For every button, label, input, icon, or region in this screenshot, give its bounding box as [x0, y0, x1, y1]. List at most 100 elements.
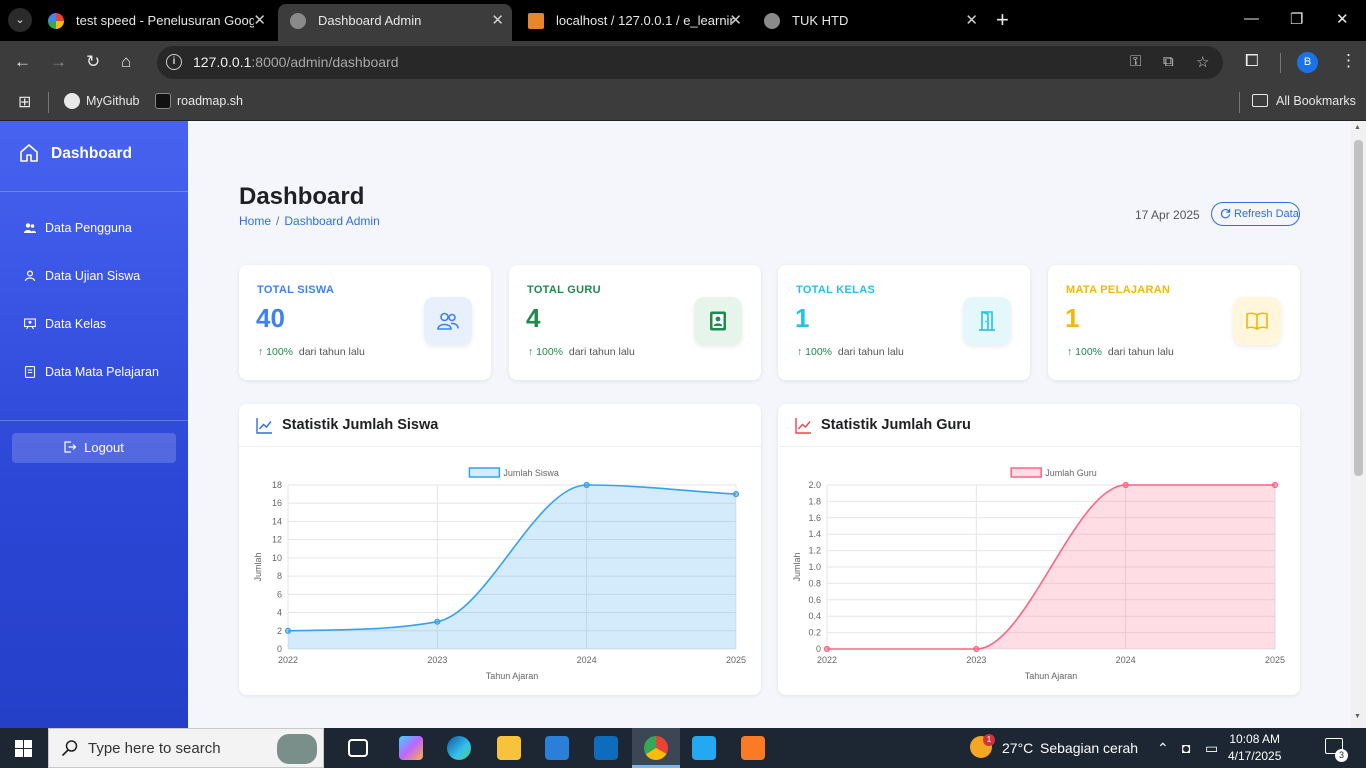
profile-avatar[interactable]: B [1297, 52, 1318, 73]
edge-icon[interactable] [447, 736, 471, 760]
system-clock[interactable]: 10:08 AM 4/17/2025 [1228, 731, 1281, 765]
page-scrollbar[interactable]: ▲ ▼ [1351, 121, 1366, 728]
site-info-icon[interactable]: i [166, 54, 182, 70]
translate-icon[interactable]: ⧉ [1163, 53, 1174, 70]
current-date: 17 Apr 2025 [1135, 208, 1200, 222]
data-point [973, 645, 980, 653]
bookmarks-bar: ⊞ MyGithub roadmap.sh All Bookmarks [0, 84, 1366, 121]
chrome-icon[interactable] [644, 736, 668, 760]
x-tick-label: 2024 [1116, 655, 1136, 665]
microsoft-store-icon[interactable] [545, 736, 569, 760]
restore-icon[interactable]: ❐ [1290, 10, 1303, 28]
reload-icon[interactable]: ↻ [86, 52, 100, 72]
sidebar-brand[interactable]: Dashboard [0, 121, 188, 192]
panel-title: Statistik Jumlah Siswa [282, 417, 439, 433]
stat-card-mata-pelajaran: MATA PELAJARAN 1 ↑ 100% dari tahun lalu [1048, 265, 1300, 380]
weather-text[interactable]: Sebagian cerah [1040, 740, 1138, 756]
weather-badge: 1 [983, 734, 995, 746]
sidebar-item-data-pengguna[interactable]: Data Pengguna [24, 219, 132, 237]
sidebar-item-data-kelas[interactable]: Data Kelas [24, 315, 106, 333]
y-tick-label: 0.8 [808, 578, 821, 588]
logout-button[interactable]: Logout [12, 433, 176, 463]
globe-icon [290, 13, 306, 29]
windows-start-icon[interactable] [15, 740, 32, 757]
y-tick-label: 1.0 [808, 562, 821, 572]
close-window-icon[interactable]: ✕ [1336, 10, 1349, 28]
stat-value: 1 [1065, 303, 1080, 333]
sidebar-item-data-ujian-siswa[interactable]: Data Ujian Siswa [24, 267, 140, 285]
meet-now-icon[interactable]: ◘ [1182, 740, 1190, 756]
close-tab-icon[interactable]: ✕ [965, 5, 978, 36]
chevron-up-icon[interactable]: ⌃ [1157, 740, 1169, 757]
new-tab-button[interactable]: + [996, 8, 1009, 32]
y-tick-label: 2.0 [808, 480, 821, 490]
siswa-line-chart: Jumlah Siswa 0 2 4 6 8 10 12 14 16 18 2022 2023 2024 2… [253, 467, 746, 681]
tab-search-button[interactable]: ⌄ [8, 8, 32, 32]
sidebar-divider [0, 420, 188, 421]
breadcrumb-home[interactable]: Home [239, 214, 271, 228]
taskbar-search-box[interactable]: Type here to search [48, 728, 324, 768]
url-text[interactable]: 127.0.0.1:8000/admin/dashboard [193, 54, 399, 70]
panel-header: Statistik Jumlah Guru [778, 404, 1300, 447]
weather-temperature[interactable]: 27°C [1002, 740, 1033, 756]
panel-header: Statistik Jumlah Siswa [239, 404, 761, 447]
copilot-icon[interactable] [399, 736, 423, 760]
y-axis-title: Jumlah [792, 552, 802, 581]
browser-tab-google[interactable]: test speed - Penelusuran Googl ✕ [36, 5, 274, 36]
scroll-down-arrow[interactable]: ▼ [1354, 713, 1361, 720]
xampp-icon[interactable] [741, 736, 765, 760]
forward-icon[interactable]: → [50, 52, 67, 72]
home-icon[interactable]: ⌂ [121, 52, 131, 72]
address-bar[interactable]: i 127.0.0.1:8000/admin/dashboard ⚿ ⧉ ☆ [157, 46, 1223, 79]
y-tick-label: 0.2 [808, 628, 821, 638]
browser-tab-dashboard[interactable]: Dashboard Admin ✕ [278, 4, 512, 41]
browser-tab-tuk[interactable]: TUK HTD ✕ [752, 5, 986, 36]
vscode-icon[interactable] [692, 736, 716, 760]
legend-label: Jumlah Siswa [503, 468, 559, 478]
refresh-data-button[interactable]: Refresh Data [1211, 202, 1300, 226]
folder-icon [1252, 94, 1268, 107]
password-key-icon[interactable]: ⚿ [1130, 53, 1141, 70]
sidebar-item-data-mata-pelajaran[interactable]: Data Mata Pelajaran [24, 363, 159, 381]
stat-delta: ↑ 100% dari tahun lalu [528, 346, 635, 358]
close-tab-icon[interactable]: ✕ [491, 4, 504, 37]
y-tick-label: 10 [272, 553, 282, 563]
file-explorer-icon[interactable] [497, 736, 521, 760]
stat-icon-box [694, 297, 742, 345]
menu-kebab-icon[interactable]: ⋮ [1340, 51, 1357, 71]
y-tick-label: 8 [277, 571, 282, 581]
x-tick-label: 2022 [278, 655, 298, 665]
task-view-icon[interactable] [348, 739, 368, 757]
browser-toolbar: ← → ↻ ⌂ i 127.0.0.1:8000/admin/dashboard… [0, 41, 1366, 84]
breadcrumb-current[interactable]: Dashboard Admin [284, 214, 379, 228]
outlook-icon[interactable] [594, 736, 618, 760]
search-icon [61, 740, 78, 757]
data-point [732, 491, 740, 498]
network-icon[interactable]: ▭ [1205, 740, 1218, 757]
globe-icon [764, 13, 780, 29]
students-icon [437, 312, 459, 330]
bookmark-mygithub[interactable]: MyGithub [64, 93, 140, 109]
y-tick-label: 6 [277, 589, 282, 599]
scroll-up-arrow[interactable]: ▲ [1354, 124, 1361, 131]
close-tab-icon[interactable]: ✕ [729, 5, 742, 36]
panel-title: Statistik Jumlah Guru [821, 417, 971, 433]
chart-panel-guru: Statistik Jumlah Guru Jumlah Guru 0 0.2 0.4… [778, 404, 1300, 695]
minimize-icon[interactable]: — [1244, 10, 1259, 27]
browser-tab-phpmyadmin[interactable]: localhost / 127.0.0.1 / e_learning ✕ [516, 5, 750, 36]
scroll-thumb[interactable] [1354, 140, 1363, 476]
open-book-icon [1246, 312, 1268, 330]
x-tick-label: 2023 [427, 655, 447, 665]
bookmark-roadmap[interactable]: roadmap.sh [155, 93, 243, 109]
users-icon [24, 223, 36, 233]
stat-delta: ↑ 100% dari tahun lalu [797, 346, 904, 358]
data-point [1271, 481, 1279, 489]
close-tab-icon[interactable]: ✕ [253, 5, 266, 36]
apps-grid-icon[interactable]: ⊞ [18, 92, 31, 112]
home-icon [20, 144, 38, 162]
bookmark-star-icon[interactable]: ☆ [1196, 53, 1209, 71]
all-bookmarks-button[interactable]: All Bookmarks [1252, 93, 1356, 109]
back-icon[interactable]: ← [14, 52, 31, 72]
y-tick-label: 14 [272, 516, 282, 526]
extensions-icon[interactable]: ⧠ [1245, 51, 1259, 71]
